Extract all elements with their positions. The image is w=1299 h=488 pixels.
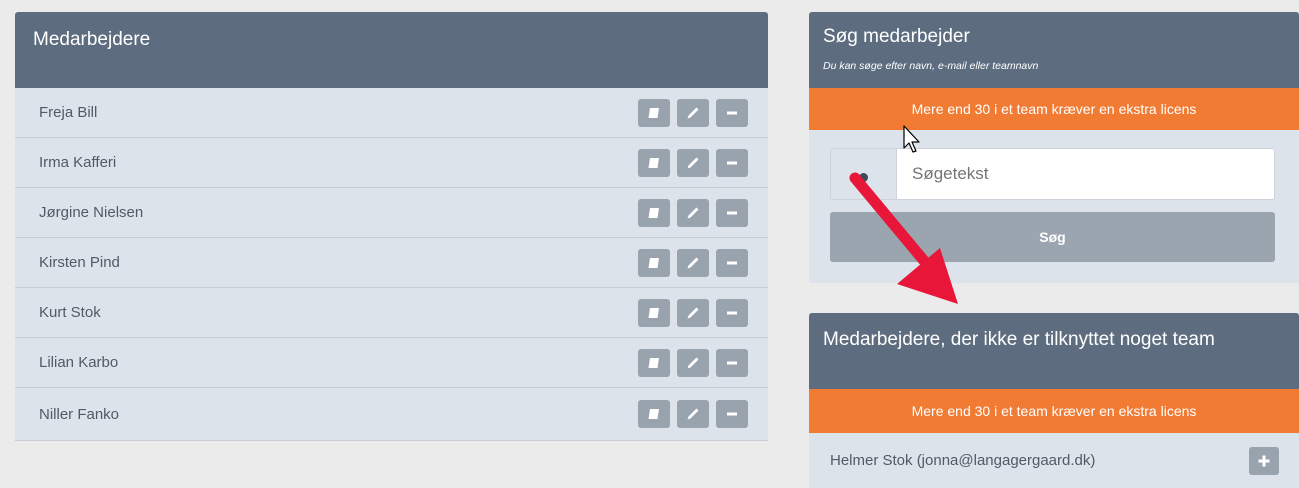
edit-button[interactable] bbox=[677, 148, 709, 177]
search-panel-subtitle: Du kan søge efter navn, e-mail eller tea… bbox=[823, 60, 1039, 72]
note-button[interactable] bbox=[638, 298, 670, 327]
pencil-icon bbox=[687, 107, 699, 118]
employee-name: Kirsten Pind bbox=[39, 254, 120, 271]
employee-row: Niller Fanko bbox=[15, 388, 768, 441]
employee-row: Kirsten Pind bbox=[15, 238, 768, 288]
unassigned-employee-label: Helmer Stok (jonna@langagergaard.dk) bbox=[830, 452, 1096, 469]
edit-button[interactable] bbox=[677, 348, 709, 377]
remove-button[interactable] bbox=[716, 348, 748, 377]
remove-button[interactable] bbox=[716, 98, 748, 127]
note-icon bbox=[648, 409, 659, 419]
user-icon bbox=[859, 173, 868, 182]
search-addon bbox=[830, 148, 896, 200]
pencil-icon bbox=[687, 257, 699, 268]
employee-name: Jørgine Nielsen bbox=[39, 204, 144, 221]
search-panel-header: Søg medarbejder Du kan søge efter navn, … bbox=[809, 12, 1299, 88]
remove-button[interactable] bbox=[716, 298, 748, 327]
employee-row: Irma Kafferi bbox=[15, 138, 768, 188]
employee-name: Freja Bill bbox=[39, 104, 98, 121]
employees-panel-title: Medarbejdere bbox=[15, 12, 768, 88]
note-icon bbox=[648, 357, 659, 368]
note-button[interactable] bbox=[638, 98, 670, 127]
employees-panel: Medarbejdere Freja Bill Irma Kafferi Jør… bbox=[15, 12, 768, 441]
pencil-icon bbox=[687, 408, 699, 420]
search-button[interactable]: Søg bbox=[830, 212, 1275, 262]
employee-name: Kurt Stok bbox=[39, 304, 101, 321]
pencil-icon bbox=[687, 207, 699, 218]
edit-button[interactable] bbox=[677, 298, 709, 327]
employee-actions bbox=[638, 198, 748, 227]
remove-button[interactable] bbox=[716, 400, 748, 428]
add-to-team-button[interactable] bbox=[1249, 446, 1279, 475]
edit-button[interactable] bbox=[677, 98, 709, 127]
minus-icon bbox=[727, 111, 737, 114]
employee-row: Lilian Karbo bbox=[15, 338, 768, 388]
unassigned-panel-title: Medarbejdere, der ikke er tilknyttet nog… bbox=[809, 313, 1299, 389]
minus-icon bbox=[727, 311, 737, 314]
edit-button[interactable] bbox=[677, 248, 709, 277]
license-warning-banner: Mere end 30 i et team kræver en ekstra l… bbox=[809, 389, 1299, 433]
pencil-icon bbox=[687, 357, 699, 368]
employee-name: Lilian Karbo bbox=[39, 354, 119, 371]
pencil-icon bbox=[687, 157, 699, 168]
employee-list: Freja Bill Irma Kafferi Jørgine Nielsen bbox=[15, 88, 768, 441]
minus-icon bbox=[727, 261, 737, 264]
plus-icon bbox=[1258, 455, 1270, 466]
unassigned-panel: Medarbejdere, der ikke er tilknyttet nog… bbox=[809, 313, 1299, 488]
search-panel: Søg medarbejder Du kan søge efter navn, … bbox=[809, 12, 1299, 283]
note-icon bbox=[648, 207, 659, 218]
employee-actions bbox=[638, 400, 748, 428]
minus-icon bbox=[727, 361, 737, 364]
employee-name: Irma Kafferi bbox=[39, 154, 117, 171]
minus-icon bbox=[727, 211, 737, 214]
note-button[interactable] bbox=[638, 248, 670, 277]
note-button[interactable] bbox=[638, 148, 670, 177]
employee-actions bbox=[638, 148, 748, 177]
note-icon bbox=[648, 107, 659, 118]
minus-icon bbox=[727, 161, 737, 164]
employee-row: Kurt Stok bbox=[15, 288, 768, 338]
minus-icon bbox=[727, 412, 737, 416]
employee-actions bbox=[638, 348, 748, 377]
employee-actions bbox=[638, 248, 748, 277]
edit-button[interactable] bbox=[677, 198, 709, 227]
employee-row: Freja Bill bbox=[15, 88, 768, 138]
search-panel-title: Søg medarbejder bbox=[823, 26, 970, 47]
employee-name: Niller Fanko bbox=[39, 405, 120, 423]
search-field-group bbox=[830, 148, 1275, 200]
note-icon bbox=[648, 157, 659, 168]
employee-actions bbox=[638, 298, 748, 327]
remove-button[interactable] bbox=[716, 248, 748, 277]
license-warning-banner: Mere end 30 i et team kræver en ekstra l… bbox=[809, 88, 1299, 130]
note-button[interactable] bbox=[638, 348, 670, 377]
remove-button[interactable] bbox=[716, 198, 748, 227]
note-button[interactable] bbox=[638, 400, 670, 428]
note-button[interactable] bbox=[638, 198, 670, 227]
pencil-icon bbox=[687, 307, 699, 318]
employee-row: Jørgine Nielsen bbox=[15, 188, 768, 238]
search-input[interactable] bbox=[896, 148, 1275, 200]
remove-button[interactable] bbox=[716, 148, 748, 177]
edit-button[interactable] bbox=[677, 400, 709, 428]
unassigned-row: Helmer Stok (jonna@langagergaard.dk) bbox=[809, 433, 1299, 488]
note-icon bbox=[648, 257, 659, 268]
note-icon bbox=[648, 307, 659, 318]
employee-actions bbox=[638, 98, 748, 127]
